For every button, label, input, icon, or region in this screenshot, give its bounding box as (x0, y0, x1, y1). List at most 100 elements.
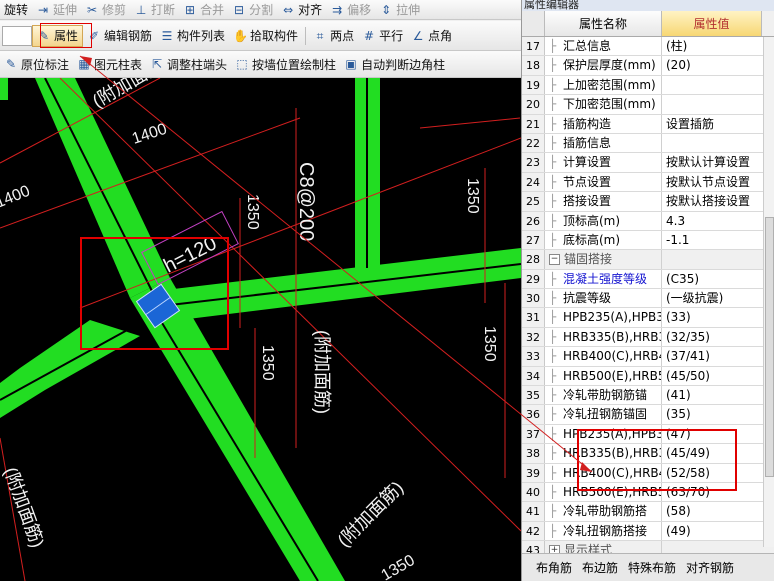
bottom-tab-1[interactable]: 布边筋 (582, 559, 618, 576)
panel-scrollbar[interactable] (763, 37, 774, 547)
row-number: 21 (522, 114, 545, 133)
row-number: 38 (522, 444, 545, 463)
property-value[interactable]: (20) (662, 56, 763, 74)
property-row[interactable]: 30 ├ 抗震等级 (一级抗震) (522, 289, 763, 309)
property-value[interactable]: 按默认节点设置 (662, 173, 763, 191)
bottom-tab-3[interactable]: 对齐钢筋 (686, 559, 734, 576)
edit-button-8[interactable]: ⇕ 拉伸 (375, 0, 424, 19)
property-name-text: 冷轧扭钢筋锚固 (563, 407, 648, 422)
label-1350-e: 1350 (379, 552, 418, 581)
column-tool-1[interactable]: ▦ 图元柱表 (73, 53, 146, 75)
property-row[interactable]: 17 ├ 汇总信息 (柱) (522, 37, 763, 57)
edit-button-1[interactable]: ⇥ 延伸 (32, 0, 81, 19)
tool-button-1[interactable]: ✐ 编辑钢筋 (83, 25, 156, 47)
property-row[interactable]: 23 ├ 计算设置 按默认计算设置 (522, 153, 763, 173)
row-number: 24 (522, 172, 545, 192)
label-fujia-bottom: (附加面筋) (334, 477, 408, 551)
property-value[interactable] (662, 95, 763, 113)
label-1400-b: 1400 (0, 183, 33, 212)
property-name-text: 计算设置 (563, 155, 612, 170)
tool-button-6[interactable]: ∠ 点角 (407, 25, 456, 47)
column-tool-2[interactable]: ⇱ 调整柱端头 (146, 53, 231, 75)
edit-tool-icon: ⇕ (381, 2, 392, 17)
property-row[interactable]: 31 ├ HPB235(A),HPB3 (33) (522, 308, 763, 328)
tool-button-5[interactable]: # 平行 (358, 25, 407, 47)
edit-button-2[interactable]: ✂ 修剪 (81, 0, 130, 19)
property-row[interactable]: 41 ├ 冷轧带肋钢筋搭 (58) (522, 502, 763, 522)
property-row[interactable]: 24 ├ 节点设置 按默认节点设置 (522, 172, 763, 193)
label-1350-c: 1350 (259, 345, 276, 381)
edit-tool-icon: ⊥ (135, 2, 147, 17)
property-value[interactable] (662, 76, 763, 94)
property-name-text: HRB500(E),HRB5 (563, 368, 662, 383)
tree-line-icon: ├ (549, 58, 557, 73)
property-value[interactable] (662, 250, 763, 268)
property-row[interactable]: 25 ├ 搭接设置 按默认搭接设置 (522, 192, 763, 212)
tool-button-3[interactable]: ✋ 拾取构件 (229, 25, 302, 47)
tool-button-2[interactable]: ☰ 构件列表 (156, 25, 229, 47)
column-tool-0[interactable]: ✎ 原位标注 (0, 53, 73, 75)
scrollbar-thumb[interactable] (765, 217, 774, 477)
property-name: ├ 上加密范围(mm) (545, 75, 662, 95)
property-row[interactable]: 27 ├ 底标高(m) -1.1 (522, 230, 763, 251)
property-editor-panel: 属性编辑器 属性名称 属性值 17 ├ 汇总信息 (柱) 18 ├ 保护层厚度(mm) (20… (521, 0, 774, 581)
property-value[interactable]: 设置插筋 (662, 115, 763, 133)
edit-button-3[interactable]: ⊥ 打断 (130, 0, 179, 19)
column-tool-4[interactable]: ▣ 自动判断边角柱 (340, 53, 449, 75)
property-value[interactable]: (柱) (662, 37, 763, 55)
property-value[interactable]: 按默认搭接设置 (662, 192, 763, 210)
property-row[interactable]: 22 ├ 插筋信息 (522, 133, 763, 154)
edit-button-7[interactable]: ⇉ 偏移 (326, 0, 375, 19)
property-row[interactable]: 29 ├ 混凝土强度等级 (C35) (522, 269, 763, 290)
property-row[interactable]: 42 ├ 冷轧扭钢筋搭接 (49) (522, 521, 763, 542)
property-value[interactable]: (一级抗震) (662, 289, 763, 307)
property-value[interactable] (662, 134, 763, 152)
edit-button-6[interactable]: ⇔ 对齐 (277, 0, 326, 19)
property-row[interactable]: 18 ├ 保护层厚度(mm) (20) (522, 56, 763, 76)
property-value[interactable]: 按默认计算设置 (662, 153, 763, 171)
property-row[interactable]: 21 ├ 插筋构造 设置插筋 (522, 114, 763, 134)
property-name: ├ 冷轧带肋钢筋锚 (545, 386, 662, 405)
property-value[interactable]: (33) (662, 308, 763, 326)
property-value[interactable]: 4.3 (662, 212, 763, 230)
property-value[interactable]: (45/50) (662, 367, 763, 385)
bottom-tab-0[interactable]: 布角筋 (536, 559, 572, 576)
header-property-value: 属性值 (662, 11, 762, 36)
property-row[interactable]: 36 ├ 冷轧扭钢筋锚固 (35) (522, 405, 763, 425)
property-value[interactable]: (37/41) (662, 347, 763, 365)
row-number: 30 (522, 289, 545, 308)
property-row[interactable]: 28− 锚固搭接 (522, 250, 763, 270)
property-value[interactable]: (32/35) (662, 328, 763, 346)
property-value[interactable]: (49) (662, 522, 763, 540)
property-row[interactable]: 32 ├ HRB335(B),HRB3 (32/35) (522, 327, 763, 348)
edit-button-4[interactable]: ⊞ 合并 (179, 0, 228, 19)
property-row[interactable]: 33 ├ HRB400(C),HRB4 (37/41) (522, 347, 763, 367)
property-row[interactable]: 34 ├ HRB500(E),HRB5 (45/50) (522, 366, 763, 387)
drawing-canvas[interactable]: (附加面筋) 1400 1400 h=120 C8@200 1350 1350 … (0, 78, 521, 581)
collapse-icon[interactable]: − (549, 254, 560, 266)
tool-button-4[interactable]: ⌗ 两点 (309, 25, 358, 47)
property-value[interactable]: (41) (662, 386, 763, 404)
row-number: 35 (522, 386, 545, 405)
column-tool-3[interactable]: ⬚ 按墙位置绘制柱 (231, 53, 340, 75)
property-row[interactable]: 19 ├ 上加密范围(mm) (522, 75, 763, 96)
property-name-text: 节点设置 (563, 174, 612, 189)
edit-button-0[interactable]: 旋转 (0, 0, 32, 19)
property-name-text: HRB335(B),HRB3 (563, 329, 662, 344)
property-value[interactable]: (35) (662, 405, 763, 423)
property-row[interactable]: 35 ├ 冷轧带肋钢筋锚 (41) (522, 386, 763, 406)
property-row[interactable]: 20 ├ 下加密范围(mm) (522, 95, 763, 115)
bottom-tab-2[interactable]: 特殊布筋 (628, 559, 676, 576)
beam-members (0, 78, 521, 581)
tree-line-icon: ├ (549, 194, 557, 209)
property-value[interactable]: (58) (662, 502, 763, 520)
property-row[interactable]: 26 ├ 顶标高(m) 4.3 (522, 211, 763, 231)
property-name: ├ 汇总信息 (545, 37, 662, 56)
edit-button-5[interactable]: ⊟ 分割 (228, 0, 277, 19)
edit-button-label: 合并 (200, 3, 225, 17)
property-value[interactable]: -1.1 (662, 231, 763, 249)
label-fujia-top: (附加面筋) (89, 78, 172, 111)
property-value[interactable]: (C35) (662, 270, 763, 288)
layer-combo[interactable] (2, 25, 32, 46)
column-tool-label: 调整柱端头 (167, 57, 228, 72)
